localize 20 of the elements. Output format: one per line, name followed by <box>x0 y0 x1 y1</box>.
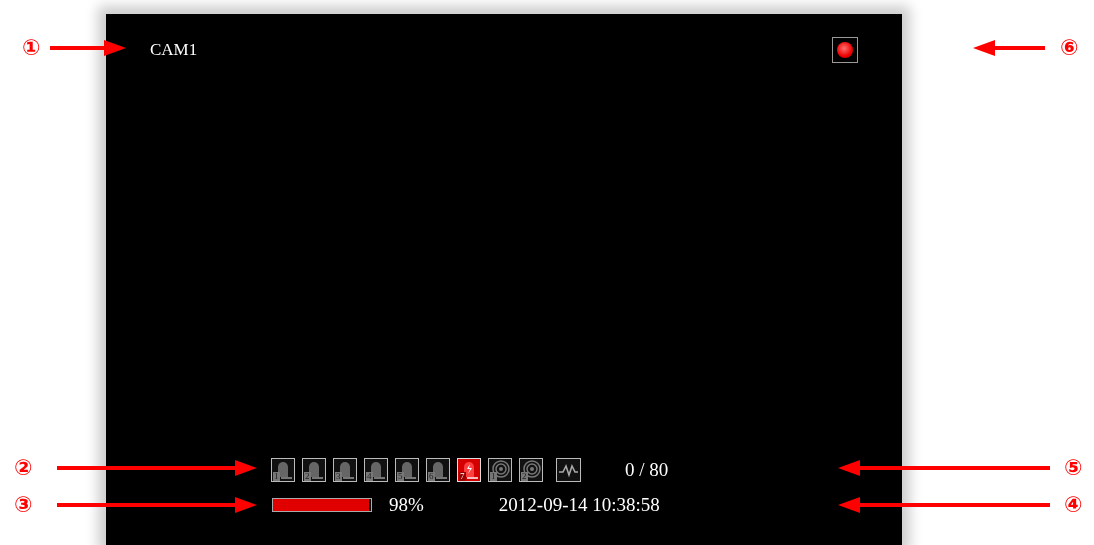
channel-number: 2 <box>304 472 311 481</box>
channel-number: 5 <box>397 472 404 481</box>
callout-number: ④ <box>1064 493 1083 517</box>
channel-number: 4 <box>366 472 373 481</box>
date-time: 2012-09-14 10:38:58 <box>498 493 660 517</box>
channel-number: 2 <box>521 472 528 481</box>
callout-number: ⑤ <box>1064 456 1083 480</box>
channel-number: 6 <box>428 472 435 481</box>
channel-number: 7 <box>459 472 466 481</box>
callout-number: ⑥ <box>1060 36 1079 60</box>
callout-number: ② <box>14 456 33 480</box>
disk-usage-percent: 98% <box>389 493 424 517</box>
channel-number: 1 <box>273 472 280 481</box>
camera-name: CAM1 <box>150 39 198 61</box>
callout-arrow <box>973 40 1045 56</box>
event-count: 0 / 80 <box>625 458 669 482</box>
channel-number: 3 <box>335 472 342 481</box>
callout-number: ① <box>22 36 41 60</box>
callout-number: ③ <box>14 493 33 517</box>
channel-number: 1 <box>490 472 497 481</box>
